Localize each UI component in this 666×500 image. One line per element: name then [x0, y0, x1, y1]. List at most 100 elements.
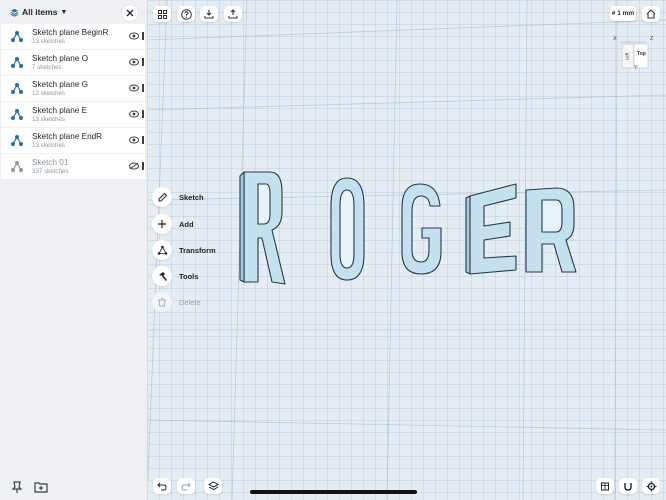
list-item[interactable]: Sketch plane E 13 sketches — [1, 102, 145, 127]
grid-view-button[interactable] — [153, 6, 171, 22]
tools-menu[interactable]: Tools — [152, 266, 198, 286]
transform-tool-button[interactable] — [152, 240, 172, 260]
sketch-plane-icon — [11, 82, 23, 94]
gear-icon — [646, 481, 656, 491]
undo-icon — [157, 482, 167, 491]
item-list: Sketch plane BeginR 13 sketches Sketch p… — [1, 24, 145, 180]
sidebar: All items ▼ Sketch plane BeginR 13 sketc… — [0, 0, 148, 500]
undo-button[interactable] — [153, 478, 171, 494]
eye-hidden-icon[interactable] — [129, 162, 139, 170]
export-button[interactable] — [224, 6, 242, 22]
eye-icon[interactable] — [129, 110, 139, 118]
sidebar-title: All items — [22, 7, 58, 17]
eye-icon[interactable] — [129, 136, 139, 144]
sketch-plane-icon — [11, 108, 23, 120]
item-count: 7 sketches — [32, 63, 62, 71]
plus-icon — [158, 220, 166, 228]
sketch-icon — [11, 160, 23, 172]
close-icon — [126, 9, 134, 17]
transform-tool-label: Transform — [179, 245, 216, 255]
sketch-tool[interactable]: Sketch — [152, 187, 204, 207]
grid-size-badge[interactable]: # 1 mm — [610, 6, 636, 21]
drag-handle[interactable] — [142, 32, 144, 40]
materials-button[interactable] — [596, 478, 614, 494]
item-count: 13 sketches — [32, 141, 66, 149]
cube-left-face-label: Left — [624, 52, 630, 61]
import-button[interactable] — [200, 6, 218, 22]
item-name: Sketch plane E — [32, 105, 88, 115]
sketch-plane-icon — [11, 56, 23, 68]
letter-e — [469, 183, 517, 275]
snap-button[interactable] — [619, 478, 637, 494]
list-item[interactable]: Sketch plane G 12 sketches — [1, 76, 145, 101]
item-count: 12 sketches — [32, 89, 66, 97]
hammer-icon — [158, 271, 167, 281]
list-item[interactable]: Sketch 01 337 sketches — [1, 154, 145, 179]
view-cube[interactable]: X Z Y Left Top — [612, 36, 654, 76]
close-sidebar-button[interactable] — [122, 5, 138, 21]
drag-handle[interactable] — [142, 136, 144, 144]
pencil-icon — [158, 192, 167, 201]
item-name: Sketch plane O — [32, 53, 88, 63]
magnet-icon — [624, 483, 632, 491]
trash-icon — [158, 298, 166, 307]
sidebar-header: All items ▼ — [0, 0, 147, 24]
item-name: Sketch plane G — [32, 79, 88, 89]
transform-icon — [157, 245, 167, 255]
stack-icon — [10, 8, 19, 17]
home-icon — [646, 9, 656, 19]
drag-handle[interactable] — [142, 84, 144, 92]
add-tool-button[interactable] — [152, 214, 172, 234]
transform-tool[interactable]: Transform — [152, 240, 216, 260]
tools-menu-label: Tools — [179, 271, 199, 281]
item-name: Sketch plane BeginR — [32, 27, 109, 37]
sketch-tool-label: Sketch — [179, 192, 204, 202]
sketch-plane-icon — [11, 30, 23, 42]
sketch-tool-button[interactable] — [152, 187, 172, 207]
share-icon — [228, 9, 238, 19]
delete-tool-button[interactable] — [152, 292, 172, 312]
list-item[interactable]: Sketch plane EndR 13 sketches — [1, 128, 145, 153]
download-icon — [204, 10, 214, 19]
letter-g — [401, 183, 442, 275]
all-items-dropdown[interactable]: All items ▼ — [10, 7, 67, 17]
add-tool[interactable]: Add — [152, 214, 194, 234]
drag-handle[interactable] — [142, 110, 144, 118]
new-folder-icon[interactable] — [34, 480, 48, 494]
home-indicator — [250, 490, 417, 494]
sketch-plane-icon — [11, 134, 23, 146]
pin-icon[interactable] — [10, 480, 24, 494]
chevron-down-icon: ▼ — [60, 8, 68, 16]
delete-tool-label: Delete — [179, 297, 201, 307]
axis-x-label: X — [613, 36, 617, 42]
item-count: 337 sketches — [32, 167, 69, 175]
help-icon — [180, 8, 192, 20]
axis-y-label: Y — [634, 65, 638, 71]
drag-handle[interactable] — [142, 58, 144, 66]
layers-icon — [207, 480, 219, 490]
help-button[interactable] — [177, 6, 195, 22]
cube-top-face-label: Top — [637, 51, 646, 57]
tools-menu-button[interactable] — [152, 266, 172, 286]
item-name: Sketch 01 — [32, 157, 69, 167]
list-item[interactable]: Sketch plane O 7 sketches — [1, 50, 145, 75]
cube-stack-icon — [601, 482, 609, 491]
settings-button[interactable] — [642, 478, 660, 494]
eye-icon[interactable] — [129, 32, 139, 40]
list-item[interactable]: Sketch plane BeginR 13 sketches — [1, 24, 145, 49]
layers-button[interactable] — [204, 478, 222, 494]
add-tool-label: Add — [179, 219, 194, 229]
grid-icon — [157, 9, 167, 19]
eye-icon[interactable] — [129, 84, 139, 92]
delete-tool[interactable]: Delete — [152, 292, 201, 312]
drag-handle[interactable] — [142, 162, 144, 170]
redo-icon — [181, 482, 191, 491]
redo-button[interactable] — [177, 478, 195, 494]
home-view-button[interactable] — [642, 6, 660, 22]
view-cube-icon — [620, 41, 649, 69]
item-count: 13 sketches — [32, 115, 66, 123]
item-name: Sketch plane EndR — [32, 131, 103, 141]
item-count: 13 sketches — [32, 37, 66, 45]
axis-z-label: Z — [650, 36, 654, 42]
eye-icon[interactable] — [129, 58, 139, 66]
